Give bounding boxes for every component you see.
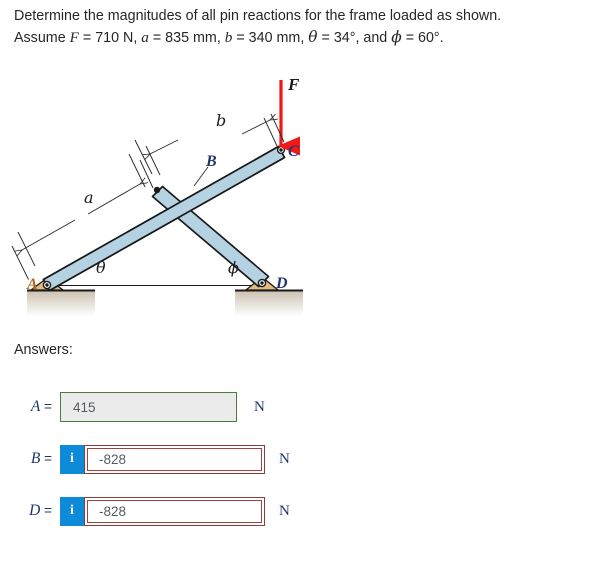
- answer-input-wrapper-D: -828: [84, 496, 265, 526]
- problem-statement: Determine the magnitudes of all pin reac…: [14, 6, 602, 49]
- label-B: B: [205, 153, 217, 170]
- ground-support-D: [235, 289, 303, 316]
- answer-label-D: D =: [0, 502, 60, 520]
- problem-line-2: Assume F = 710 N, a = 835 mm, b = 340 mm…: [14, 27, 602, 49]
- a-value: = 835 mm,: [148, 30, 225, 46]
- theta-symbol: θ: [308, 28, 318, 46]
- info-icon-B[interactable]: i: [60, 444, 84, 474]
- dimension-b: [139, 114, 285, 189]
- info-icon-D[interactable]: i: [60, 496, 84, 526]
- answer-unit-D: N: [279, 502, 290, 519]
- b-value: = 340 mm,: [232, 30, 309, 46]
- label-D: D: [275, 275, 288, 292]
- theta-value: = 34°, and: [317, 30, 392, 46]
- a-symbol: a: [141, 29, 149, 46]
- answer-input-B[interactable]: -828: [87, 447, 262, 471]
- member-BD: [151, 185, 270, 288]
- pin-joint-D-center: [260, 281, 264, 285]
- force-value: = 710 N,: [78, 30, 142, 46]
- pin-joint-B: [153, 186, 161, 194]
- assume-text: Assume: [14, 30, 70, 46]
- answer-label-B-symbol: B: [30, 450, 41, 467]
- angle-phi-label: ϕ: [228, 258, 239, 277]
- answer-label-A: A =: [0, 398, 60, 416]
- answer-unit-B: N: [279, 450, 290, 467]
- answer-row-D: D = i -828 N: [0, 492, 290, 530]
- frame-diagram: a b θ ϕ A B C D F: [0, 62, 340, 324]
- dimension-b-label: b: [216, 111, 226, 130]
- answer-label-A-equals: =: [40, 399, 52, 414]
- ground-support-A: [27, 289, 95, 316]
- answer-label-D-symbol: D: [29, 502, 41, 519]
- answers-heading: Answers:: [14, 342, 73, 358]
- pin-joint-A-center: [45, 283, 49, 287]
- answer-input-wrapper-B: -828: [84, 444, 265, 474]
- answer-row-B: B = i -828 N: [0, 440, 290, 478]
- label-A: A: [26, 276, 38, 293]
- answer-field-group-B: i -828: [60, 444, 265, 474]
- phi-symbol: ϕ: [391, 28, 402, 46]
- pin-joint-C-center: [279, 148, 283, 152]
- phi-value: = 60°.: [401, 30, 444, 46]
- force-symbol: F: [69, 29, 79, 46]
- answer-label-D-equals: =: [40, 503, 52, 518]
- label-F: F: [287, 75, 300, 94]
- answer-label-B: B =: [0, 450, 60, 468]
- answer-input-D[interactable]: -828: [87, 499, 262, 523]
- answer-label-B-equals: =: [40, 451, 52, 466]
- answer-row-A: A = 415 N: [0, 388, 265, 426]
- answer-field-group-D: i -828: [60, 496, 265, 526]
- answer-input-A[interactable]: 415: [60, 392, 237, 422]
- label-C: C: [288, 143, 299, 160]
- dimension-a-label: a: [84, 188, 94, 207]
- problem-line-1: Determine the magnitudes of all pin reac…: [14, 8, 502, 24]
- angle-theta-label: θ: [96, 258, 106, 277]
- answer-label-A-symbol: A: [30, 398, 41, 415]
- answer-unit-A: N: [254, 398, 265, 415]
